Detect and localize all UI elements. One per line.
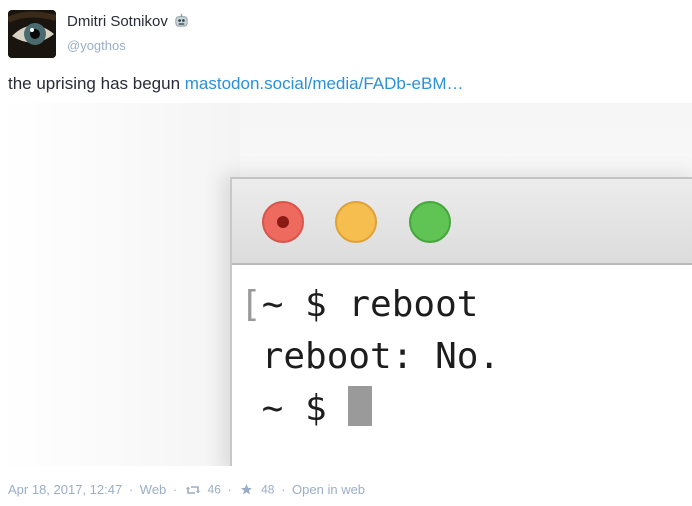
status-footer: Apr 18, 2017, 12:47 · Web · 46 · 48 · Op… [8,481,365,497]
retweet-icon[interactable] [185,484,200,496]
terminal-line-2: reboot: No. [240,336,501,377]
app-name: Web [139,482,167,498]
open-in-web-link[interactable]: Open in web [292,482,365,497]
separator-dot: · [281,482,286,498]
terminal-line-3: ~ $ [240,388,349,429]
status-header: Dmitri Sotnikov @yogthos [8,10,688,60]
avatar[interactable] [8,10,56,58]
display-name[interactable]: Dmitri Sotnikov [67,13,189,30]
minimize-button-icon [335,201,377,243]
separator-dot: · [128,482,134,498]
separator-dot: · [172,482,178,498]
terminal-line-1: ~ $ reboot [261,284,479,325]
star-icon[interactable] [240,483,253,496]
media-background [0,103,240,466]
timestamp[interactable]: Apr 18, 2017, 12:47 [8,482,122,497]
separator-dot: · [227,482,232,498]
reblog-count: 46 [207,482,221,497]
terminal-bracket: [ [240,284,262,325]
zoom-button-icon [409,201,451,243]
display-name-text: Dmitri Sotnikov [67,13,168,30]
robot-emoji-icon [175,13,188,27]
terminal-cursor [348,386,373,426]
username[interactable]: @yogthos [67,38,126,53]
eye-icon [8,10,56,58]
status-text: the uprising has begun [8,74,185,93]
media-link[interactable]: mastodon.social/media/FADb-eBM… [185,74,464,93]
terminal-window: [~ $ reboot reboot: No. ~ $ [230,177,692,466]
window-titlebar [232,179,692,265]
media-attachment[interactable]: [~ $ reboot reboot: No. ~ $ [0,103,692,466]
favourite-count: 48 [261,482,275,497]
close-button-icon [262,201,304,243]
terminal-output: [~ $ reboot reboot: No. ~ $ [240,279,500,435]
status-content: the uprising has begun mastodon.social/m… [8,74,463,94]
